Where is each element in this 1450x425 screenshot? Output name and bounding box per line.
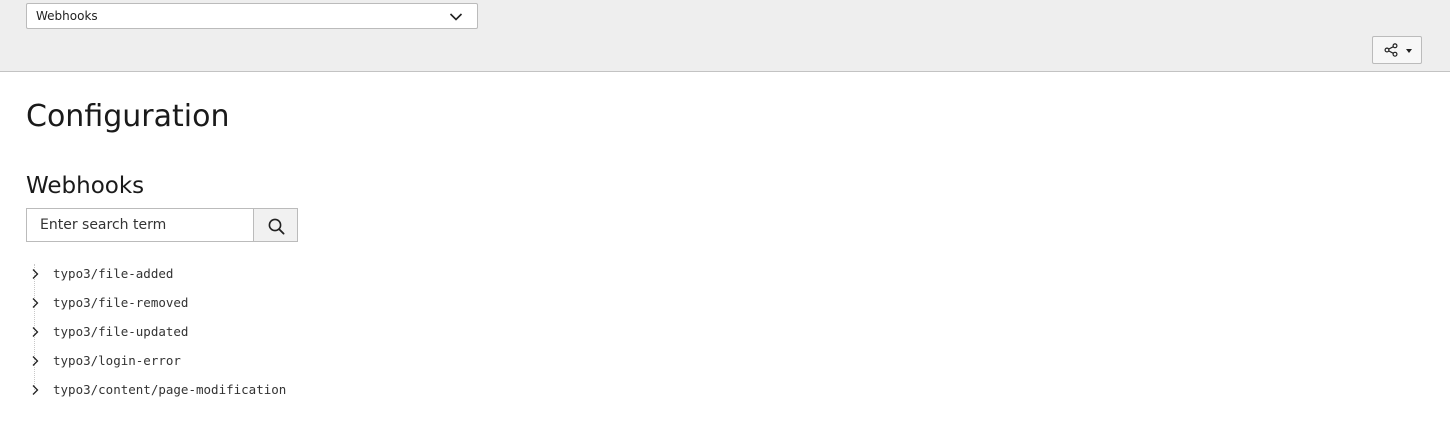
share-button[interactable]: [1372, 36, 1422, 64]
search-input[interactable]: [26, 208, 253, 242]
tree-item-label: typo3/login-error: [53, 353, 181, 368]
chevron-right-icon[interactable]: [30, 326, 40, 338]
chevron-right-icon[interactable]: [30, 384, 40, 396]
section-title: Webhooks: [26, 173, 145, 199]
search-button[interactable]: [253, 208, 298, 242]
tree-item-label: typo3/file-removed: [53, 295, 189, 310]
chevron-right-icon[interactable]: [30, 297, 40, 309]
tree-item[interactable]: typo3/file-updated: [26, 318, 626, 347]
caret-down-icon: [1406, 49, 1412, 53]
tree-item[interactable]: typo3/file-removed: [26, 289, 626, 318]
webhook-tree: typo3/file-added typo3/file-removed typo…: [26, 260, 626, 405]
search-form: [26, 208, 298, 242]
magnifier-icon: [268, 218, 285, 235]
page-title: Configuration: [26, 99, 230, 134]
chevron-right-icon[interactable]: [30, 268, 40, 280]
tree-item[interactable]: typo3/login-error: [26, 347, 626, 376]
share-icon: [1384, 43, 1398, 57]
tree-item-label: typo3/file-added: [53, 266, 174, 281]
chevron-right-icon[interactable]: [30, 355, 40, 367]
module-docheader: Webhooks: [0, 0, 1450, 72]
module-menu-selected-label: Webhooks: [36, 9, 98, 23]
tree-item-label: typo3/file-updated: [53, 324, 189, 339]
chevron-down-icon: [449, 13, 463, 21]
tree-item-label: typo3/content/page-modification: [53, 382, 287, 397]
tree-item[interactable]: typo3/file-added: [26, 260, 626, 289]
module-menu-select[interactable]: Webhooks: [26, 3, 478, 29]
tree-item[interactable]: typo3/content/page-modification: [26, 376, 626, 405]
